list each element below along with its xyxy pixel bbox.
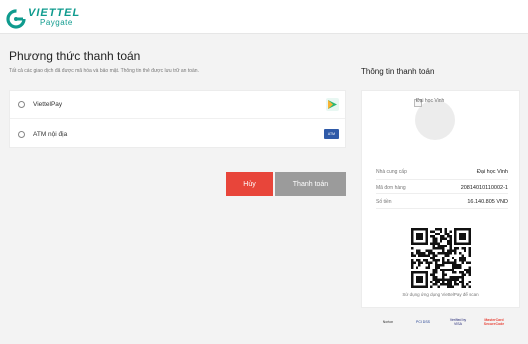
method-label: ViettelPay [33, 101, 63, 108]
pay-button[interactable]: Thanh toán [275, 172, 346, 196]
pci-dss-badge: PCI DSS [415, 320, 430, 324]
method-label: ATM nội địa [33, 130, 68, 138]
method-atm[interactable]: ATM nội địa ATM [10, 120, 345, 148]
info-value: 16.140.805 VND [467, 199, 508, 205]
info-label: Số tiền [376, 199, 392, 205]
info-row-provider: Nhà cung cấp Đại học Vinh [376, 169, 508, 175]
mastercard-securecode-badge: MasterCard SecureCode [483, 318, 505, 326]
viettelpay-icon [326, 98, 339, 111]
payment-method-list: ViettelPay ATM nội địa ATM [9, 90, 346, 148]
method-viettelpay[interactable]: ViettelPay [10, 91, 345, 119]
info-label: Mã đơn hàng [376, 185, 406, 191]
norton-badge: Norton [382, 320, 394, 324]
payment-info-card: Đại học Vinh Nhà cung cấp Đại học Vinh M… [361, 90, 520, 308]
info-label: Nhà cung cấp [376, 169, 407, 175]
brand-subtitle: Paygate [40, 18, 73, 27]
qr-code [411, 228, 471, 288]
viettel-logo-icon [6, 9, 26, 29]
info-row-order-id: Mã đơn hàng 20814010110002-1 [376, 185, 508, 191]
payment-method-title: Phương thức thanh toán [9, 49, 141, 63]
payment-info-title: Thông tin thanh toán [361, 67, 435, 76]
info-row-amount: Số tiền 16.140.805 VND [376, 199, 508, 205]
atm-card-icon: ATM [324, 129, 339, 139]
info-value: 20814010110002-1 [460, 185, 508, 191]
divider [376, 179, 508, 180]
radio-viettelpay[interactable] [18, 101, 25, 108]
header-bar: VIETTEL Paygate [0, 0, 528, 34]
security-badges: Norton PCI DSS Verified by VISA MasterCa… [380, 316, 520, 330]
qr-caption: Sử dụng ứng dụng ViettelPay để scan [402, 292, 479, 297]
divider [376, 208, 508, 209]
cancel-button[interactable]: Hủy [226, 172, 273, 196]
info-value: Đại học Vinh [476, 169, 508, 175]
security-note: Tất cả các giao dịch đã được mã hóa và b… [9, 68, 199, 74]
divider [376, 193, 508, 194]
verified-by-visa-badge: Verified by VISA [449, 318, 467, 326]
merchant-image-alt: Đại học Vinh [416, 98, 445, 104]
radio-atm[interactable] [18, 130, 25, 138]
